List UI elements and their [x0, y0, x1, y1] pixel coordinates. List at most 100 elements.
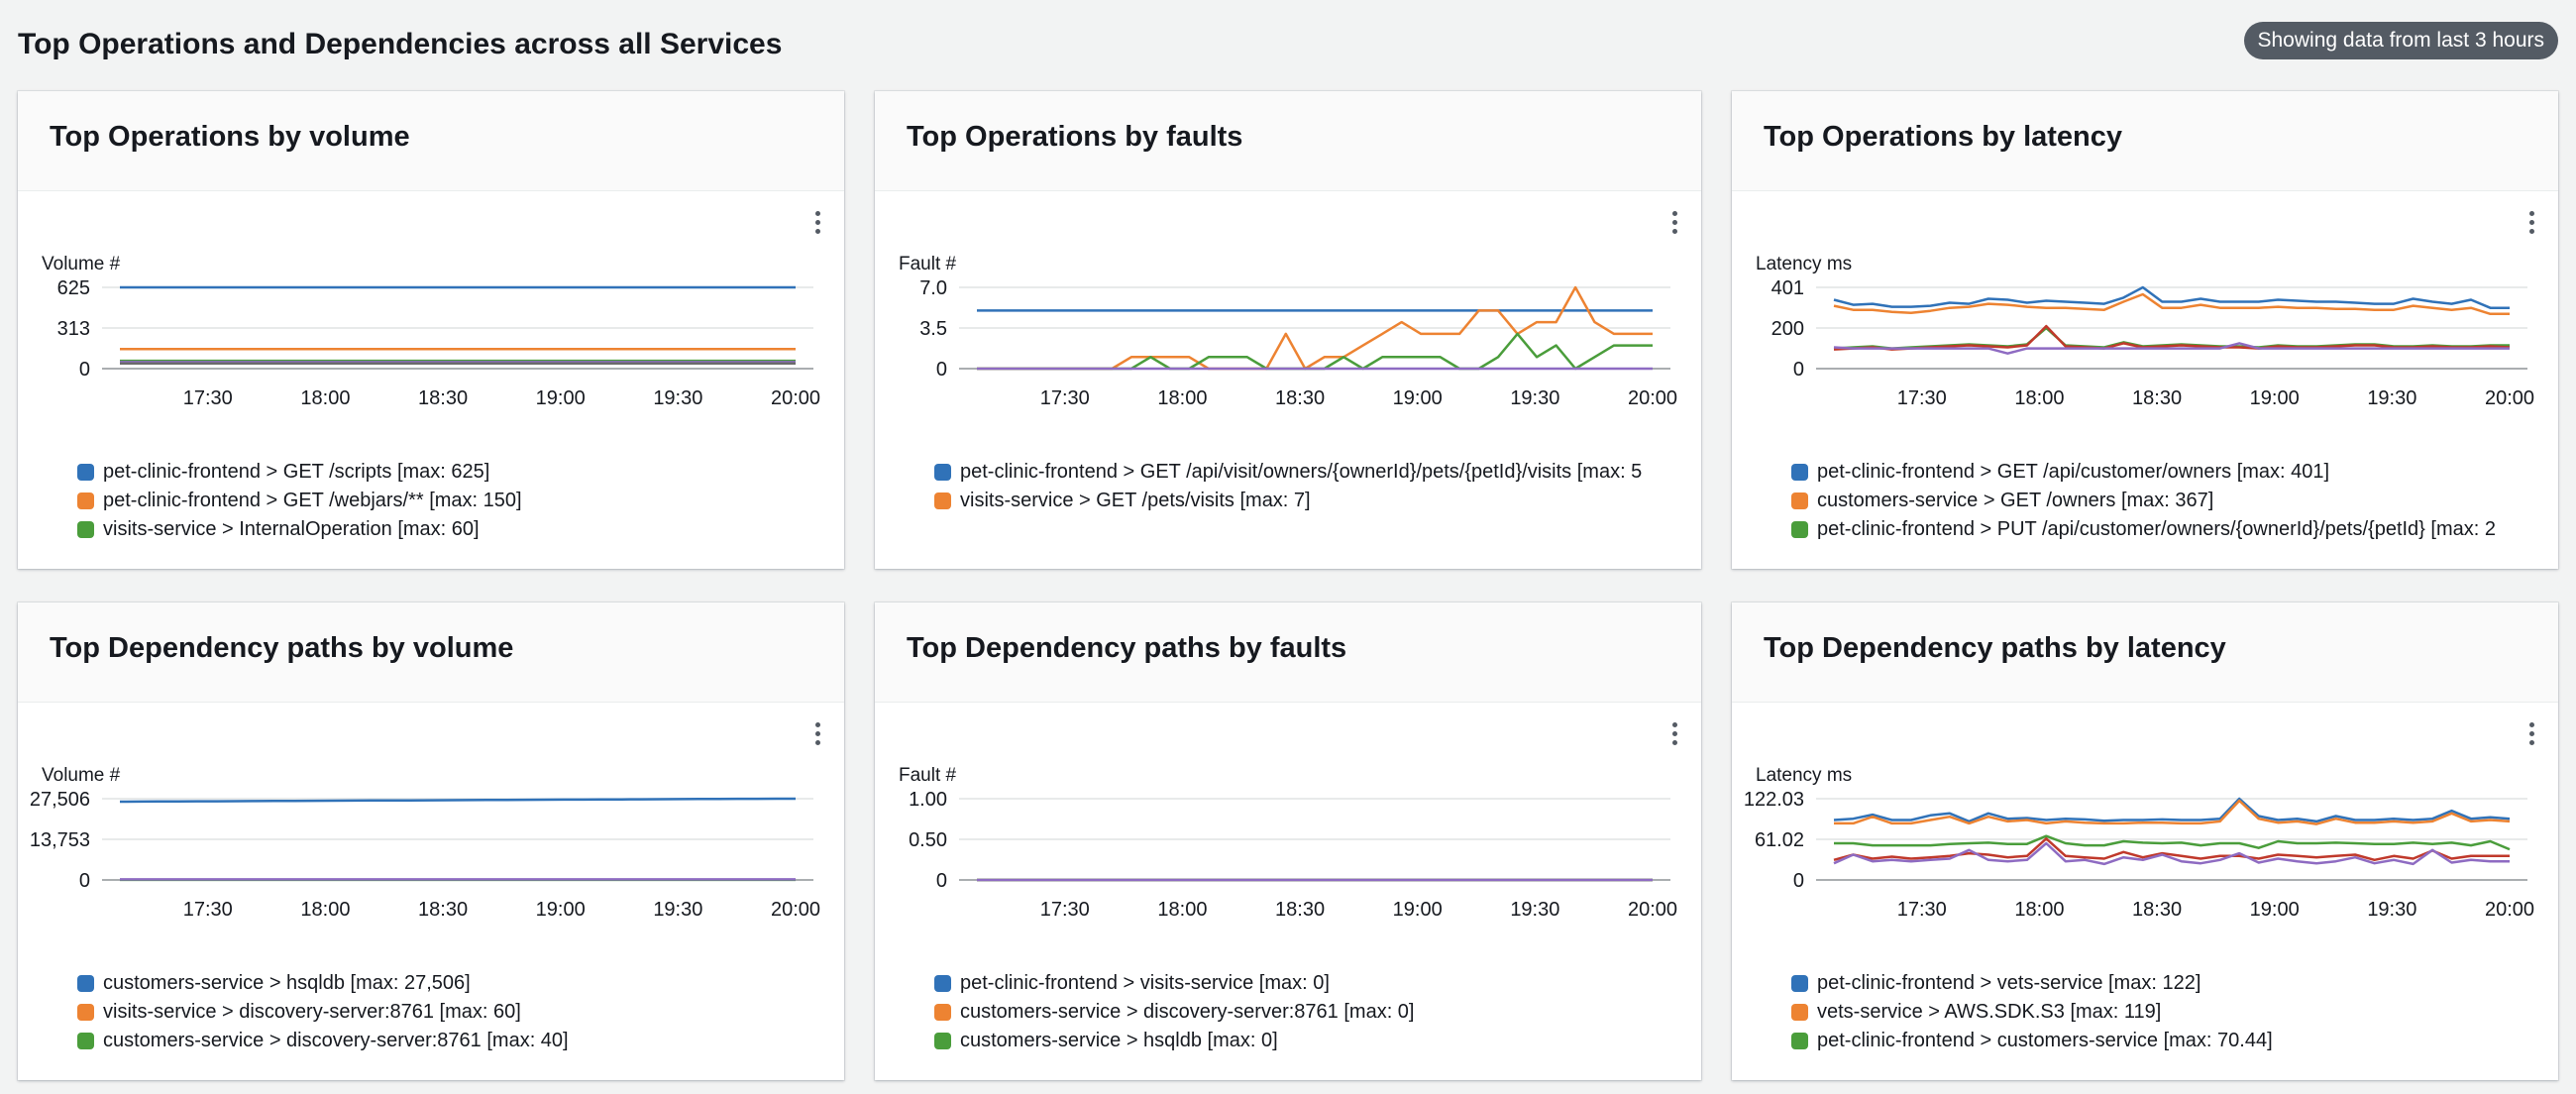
legend-item[interactable]: pet-clinic-frontend > GET /webjars/** [m… [77, 487, 834, 515]
legend-item[interactable]: pet-clinic-frontend > GET /api/visit/own… [934, 458, 1691, 487]
x-tick-label: 19:00 [1393, 899, 1443, 921]
legend-swatch [934, 1033, 951, 1049]
y-tick-label: 200 [1771, 318, 1804, 340]
legend-swatch [934, 975, 951, 992]
legend-label: pet-clinic-frontend > GET /scripts [max:… [103, 461, 490, 483]
legend-swatch [1791, 464, 1808, 481]
x-tick-label: 19:00 [1393, 387, 1443, 409]
x-tick-label: 18:30 [2132, 387, 2182, 409]
x-tick-label: 18:00 [2014, 387, 2064, 409]
legend-item[interactable]: pet-clinic-frontend > PUT /api/customer/… [1791, 515, 2548, 544]
x-tick-label: 17:30 [183, 899, 233, 921]
legend-label: customers-service > hsqldb [max: 27,506] [103, 972, 471, 994]
y-tick-label: 401 [1771, 277, 1804, 299]
x-tick-label: 18:00 [300, 387, 350, 409]
legend-item[interactable]: visits-service > discovery-server:8761 [… [77, 998, 834, 1027]
y-tick-label: 313 [57, 318, 90, 340]
y-axis-label: Fault # [899, 254, 957, 274]
x-tick-label: 19:30 [2367, 387, 2416, 409]
widget-header: Top Dependency paths by faults [875, 602, 1701, 703]
line-chart[interactable]: Fault # 7.0 3.5 0 17:30 18:00 18:30 19:00 19:30 2… [875, 190, 1701, 458]
legend-item[interactable]: customers-service > GET /owners [max: 36… [1791, 487, 2548, 515]
x-tick-label: 19:00 [536, 899, 586, 921]
legend-label: visits-service > GET /pets/visits [max: … [960, 490, 1311, 511]
legend-label: pet-clinic-frontend > GET /api/customer/… [1817, 461, 2330, 483]
legend-item[interactable]: customers-service > discovery-server:876… [77, 1027, 834, 1055]
chart-legend: customers-service > hsqldb [max: 27,506]… [77, 969, 834, 1055]
line-chart[interactable]: Volume # 625 313 0 17:30 18:00 18:30 19:00 19:30… [18, 190, 844, 458]
legend-item[interactable]: visits-service > InternalOperation [max:… [77, 515, 834, 544]
x-tick-label: 19:00 [2250, 899, 2300, 921]
y-tick-label: 13,753 [30, 829, 90, 851]
legend-item[interactable]: vets-service > AWS.SDK.S3 [max: 119] [1791, 998, 2548, 1027]
legend-swatch [934, 464, 951, 481]
legend-item[interactable]: pet-clinic-frontend > customers-service … [1791, 1027, 2548, 1055]
chart-legend: pet-clinic-frontend > visits-service [ma… [934, 969, 1691, 1055]
x-tick-label: 18:30 [1275, 387, 1325, 409]
chart-legend: pet-clinic-frontend > vets-service [max:… [1791, 969, 2548, 1055]
legend-item[interactable]: customers-service > hsqldb [max: 0] [934, 1027, 1691, 1055]
x-tick-label: 18:30 [418, 387, 468, 409]
page-title: Top Operations and Dependencies across a… [18, 28, 783, 60]
widget-panel: Top Dependency paths by volume Volume # 27… [18, 602, 844, 1080]
line-chart[interactable]: Fault # 1.00 0.50 0 17:30 18:00 18:30 19:00 19:3… [875, 702, 1701, 969]
legend-item[interactable]: pet-clinic-frontend > GET /scripts [max:… [77, 458, 834, 487]
legend-swatch [1791, 521, 1808, 538]
widget-title: Top Dependency paths by latency [1764, 632, 2226, 664]
chart-legend: pet-clinic-frontend > GET /scripts [max:… [77, 458, 834, 544]
widget-panel: Top Dependency paths by latency Latency m… [1732, 602, 2558, 1080]
y-tick-label: 0 [79, 870, 90, 892]
x-tick-label: 19:00 [2250, 387, 2300, 409]
y-axis-label: Latency ms [1756, 765, 1852, 786]
x-tick-label: 18:00 [300, 899, 350, 921]
widget-title: Top Operations by latency [1764, 121, 2123, 153]
widget-header: Top Dependency paths by volume [18, 602, 844, 703]
x-tick-label: 17:30 [1040, 899, 1090, 921]
legend-label: visits-service > InternalOperation [max:… [103, 518, 480, 540]
time-range-badge: Showing data from last 3 hours [2243, 22, 2558, 59]
series-line[interactable] [1834, 834, 2511, 851]
x-tick-label: 17:30 [1897, 387, 1947, 409]
x-tick-label: 19:30 [653, 387, 702, 409]
legend-swatch [934, 492, 951, 509]
y-tick-label: 122.03 [1744, 789, 1804, 811]
legend-label: pet-clinic-frontend > visits-service [ma… [960, 972, 1330, 994]
widget-title: Top Operations by volume [50, 121, 410, 153]
legend-item[interactable]: pet-clinic-frontend > vets-service [max:… [1791, 969, 2548, 998]
legend-item[interactable]: visits-service > GET /pets/visits [max: … [934, 487, 1691, 515]
chart-legend: pet-clinic-frontend > GET /api/visit/own… [934, 458, 1691, 515]
legend-swatch [77, 1033, 94, 1049]
legend-label: pet-clinic-frontend > vets-service [max:… [1817, 972, 2201, 994]
widget-title: Top Dependency paths by volume [50, 632, 514, 664]
line-chart[interactable]: Latency ms 401 200 0 17:30 18:00 18:30 19:00 19:… [1732, 190, 2558, 458]
x-tick-label: 20:00 [2485, 387, 2534, 409]
legend-item[interactable]: pet-clinic-frontend > visits-service [ma… [934, 969, 1691, 998]
legend-label: visits-service > discovery-server:8761 [… [103, 1001, 521, 1023]
y-tick-label: 3.5 [919, 318, 947, 340]
widget-title: Top Dependency paths by faults [907, 632, 1347, 664]
x-tick-label: 18:30 [418, 899, 468, 921]
y-tick-label: 0 [79, 359, 90, 381]
legend-swatch [77, 464, 94, 481]
y-axis-label: Volume # [42, 254, 121, 274]
line-chart[interactable]: Volume # 27,506 13,753 0 17:30 18:00 18:30 19:0… [18, 702, 844, 969]
series-line[interactable] [1833, 285, 2510, 309]
x-tick-label: 20:00 [1628, 899, 1677, 921]
line-chart[interactable]: Latency ms 122.03 61.02 0 17:30 18:00 18:30 19:… [1732, 702, 2558, 969]
widget-panel: Top Operations by latency Latency ms 401 20… [1732, 91, 2558, 569]
legend-item[interactable]: pet-clinic-frontend > GET /api/customer/… [1791, 458, 2548, 487]
x-tick-label: 20:00 [771, 899, 820, 921]
y-tick-label: 0 [1793, 359, 1804, 381]
legend-swatch [1791, 1004, 1808, 1021]
y-tick-label: 27,506 [30, 789, 90, 811]
legend-item[interactable]: customers-service > hsqldb [max: 27,506] [77, 969, 834, 998]
legend-swatch [77, 521, 94, 538]
x-tick-label: 19:30 [2367, 899, 2416, 921]
legend-item[interactable]: customers-service > discovery-server:876… [934, 998, 1691, 1027]
y-tick-label: 625 [57, 277, 90, 299]
legend-label: pet-clinic-frontend > PUT /api/customer/… [1817, 518, 2496, 540]
widget-header: Top Dependency paths by latency [1732, 602, 2558, 703]
legend-label: vets-service > AWS.SDK.S3 [max: 119] [1817, 1001, 2162, 1023]
x-tick-label: 20:00 [771, 387, 820, 409]
x-tick-label: 17:30 [1040, 387, 1090, 409]
